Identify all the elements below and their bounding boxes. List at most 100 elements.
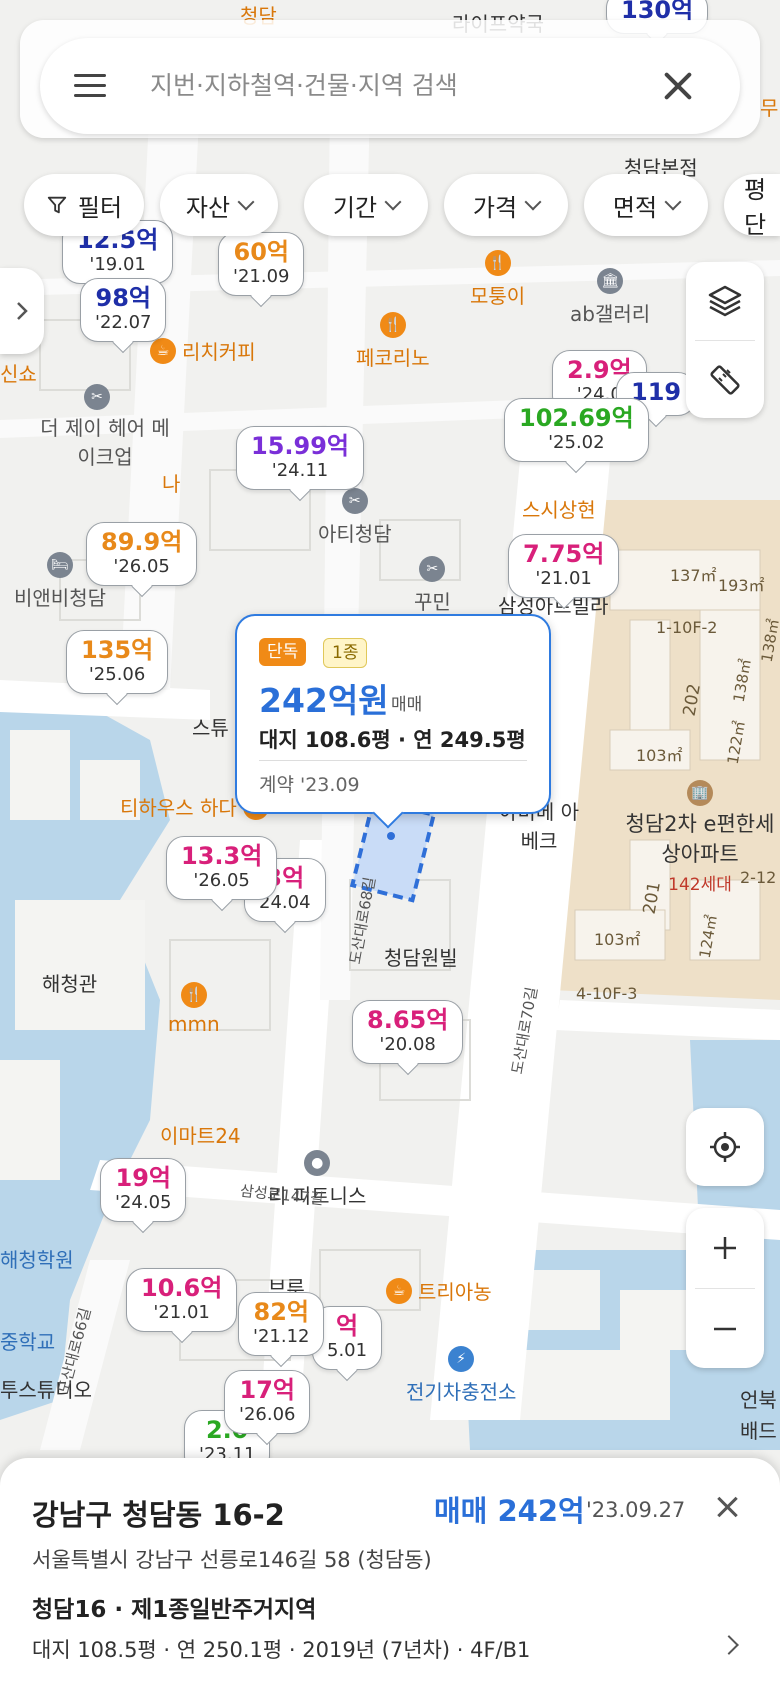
price-date: '21.12 xyxy=(253,1325,310,1347)
filter-chip-asset[interactable]: 자산 xyxy=(160,174,278,236)
ev-charger-icon: ⚡ xyxy=(448,1346,475,1372)
property-info-sheet[interactable]: 강남구 청담동 16-2 매매 242억 '23.09.27 서울특별시 강남구… xyxy=(0,1458,780,1688)
poi-label[interactable]: 스튜 xyxy=(192,712,229,741)
zoom-controls xyxy=(686,1208,764,1368)
parcel-label: 193㎡ xyxy=(718,576,765,595)
price-marker[interactable]: 7.75억 '21.01 xyxy=(508,534,620,599)
filter-icon xyxy=(47,196,67,214)
price-marker[interactable]: 98억 '22.07 xyxy=(80,278,167,343)
property-details: 대지 108.5평 · 연 250.1평 · 2019년 (7년차) · 4F/… xyxy=(32,1638,531,1662)
price-date: '21.01 xyxy=(153,1301,210,1323)
measure-button[interactable] xyxy=(686,341,764,418)
chevron-down-icon xyxy=(524,193,542,211)
price-value: 7.75억 xyxy=(523,540,605,568)
price-value: 82억 xyxy=(253,1298,309,1326)
poi-ev-charger[interactable]: ⚡ 전기차충전소 xyxy=(406,1346,516,1405)
price-marker[interactable]: 13.3억 '26.05 xyxy=(166,836,278,901)
price-date: '26.05 xyxy=(113,555,170,577)
expand-panel-button[interactable] xyxy=(0,268,44,354)
salon-icon: ✂ xyxy=(341,488,368,514)
bed-icon: 🛏 xyxy=(47,552,73,578)
poi-salon[interactable]: ✂ 더 제이 헤어 메이크업 xyxy=(40,384,170,470)
plus-icon xyxy=(714,1237,736,1259)
chip-label: 면적 xyxy=(612,193,658,222)
selected-property-popup[interactable]: 단독 1종 242억원 매매 대지 108.6평 · 연 249.5평 계약 '… xyxy=(235,614,551,814)
chevron-down-icon xyxy=(664,193,682,211)
salon-icon: ✂ xyxy=(84,384,110,410)
poi-restaurant[interactable]: 🍴 mmn xyxy=(168,982,220,1036)
price-value: 102.69억 xyxy=(519,404,634,432)
filter-chip-price[interactable]: 가격 xyxy=(444,174,568,236)
poi-label[interactable]: 무 xyxy=(760,92,778,121)
chevron-down-icon xyxy=(237,193,255,211)
poi-salon[interactable]: ✂ 꾸민 xyxy=(414,556,451,615)
price-marker[interactable]: 17억 '26.06 xyxy=(224,1370,311,1435)
close-sheet-icon[interactable] xyxy=(714,1494,740,1520)
parcel-label: 137㎡ xyxy=(670,566,717,585)
popup-price: 242억원 xyxy=(259,681,389,720)
layers-button[interactable] xyxy=(686,262,764,340)
poi-convenience[interactable]: 이마트24 xyxy=(160,1120,241,1149)
filter-chip-filter[interactable]: 필터 xyxy=(24,174,144,236)
poi-restaurant[interactable]: 🍴 페코리노 xyxy=(356,312,430,371)
price-marker[interactable]: 10.6억 '21.01 xyxy=(126,1268,238,1333)
zoom-out-button[interactable] xyxy=(686,1289,764,1368)
price-marker[interactable]: 89.9억 '26.05 xyxy=(86,522,198,587)
cafe-icon: ☕ xyxy=(150,337,176,364)
chevron-right-icon[interactable] xyxy=(719,1635,739,1655)
price-marker[interactable]: 135억 '25.06 xyxy=(66,630,169,695)
map-canvas[interactable]: 청담 라이프약국 ☕리치커피 ✂더 제이 헤어 메이크업 🍴페코리노 🍴모퉁이 … xyxy=(0,0,780,1688)
gym-icon: ● xyxy=(304,1150,331,1176)
hamburger-menu-icon[interactable] xyxy=(74,72,106,100)
poi-salon[interactable]: ✂ 아티청담 xyxy=(318,488,392,547)
poi-studio[interactable]: 투스튜디오 xyxy=(0,1374,92,1403)
layers-icon xyxy=(708,285,742,317)
poi-label[interactable]: 신쇼 xyxy=(0,358,37,387)
popup-trade-type: 매매 xyxy=(391,695,423,715)
price-marker[interactable]: 15.99억 '24.11 xyxy=(236,426,364,491)
poi-label[interactable]: 청담원빌 xyxy=(384,942,458,971)
poi-label[interactable]: 언북 배드 xyxy=(740,1384,777,1444)
map-tool-group xyxy=(686,262,764,418)
apartment-icon: 🏢 xyxy=(687,780,713,806)
restaurant-icon: 🍴 xyxy=(484,250,511,276)
price-marker[interactable]: 8.65억 '20.08 xyxy=(352,1000,464,1065)
zoom-in-button[interactable] xyxy=(686,1208,764,1288)
my-location-button[interactable] xyxy=(686,1108,764,1186)
poi-school[interactable]: 중학교 xyxy=(0,1326,55,1355)
chip-label: 평단 xyxy=(744,176,767,239)
salon-icon: ✂ xyxy=(419,556,446,582)
price-marker[interactable]: 19억 '24.05 xyxy=(100,1158,187,1223)
poi-gallery[interactable]: 🏛 ab갤러리 xyxy=(570,268,650,327)
search-input[interactable]: 지번·지하철역·건물·지역 검색 xyxy=(150,66,458,102)
poi-label[interactable]: 나 xyxy=(162,468,180,497)
road-address: 서울특별시 강남구 선릉로146길 58 (청담동) xyxy=(32,1548,432,1572)
price-marker[interactable]: 102.69억 '25.02 xyxy=(504,398,649,463)
popup-contract-date: 계약 '23.09 xyxy=(259,774,360,796)
price-date: '25.02 xyxy=(548,431,605,453)
price-marker[interactable]: 82억 '21.12 xyxy=(238,1292,325,1357)
chevron-down-icon xyxy=(384,193,402,211)
filter-chip-period[interactable]: 기간 xyxy=(304,174,428,236)
filter-chip-area[interactable]: 면적 xyxy=(584,174,708,236)
poi-building[interactable]: 해청관 xyxy=(42,968,97,997)
close-icon[interactable] xyxy=(660,68,696,104)
price-date: '25.06 xyxy=(88,663,146,685)
restaurant-icon: 🍴 xyxy=(180,982,207,1008)
poi-cafe[interactable]: ☕ 트리아농 xyxy=(386,1276,492,1305)
poi-restaurant[interactable]: 🍴 모퉁이 xyxy=(470,250,525,309)
price-date: '24.05 xyxy=(115,1191,172,1213)
price-value: 89.9억 xyxy=(101,528,183,556)
search-bar[interactable]: 지번·지하철역·건물·지역 검색 xyxy=(40,38,740,134)
price-value: 135억 xyxy=(81,636,154,664)
price-date: '20.08 xyxy=(379,1033,436,1055)
popup-size: 대지 108.6평 · 연 249.5평 xyxy=(259,728,526,752)
price-marker[interactable]: 60억 '21.09 xyxy=(218,232,305,297)
price-value: 10.6억 xyxy=(141,1274,223,1302)
price-value: 13.3억 xyxy=(181,842,263,870)
poi-academy[interactable]: 해청학원 xyxy=(0,1244,74,1273)
zoning-tag: 1종 xyxy=(323,638,368,668)
poi-restaurant[interactable]: 스시상현 xyxy=(522,494,596,523)
poi-cafe[interactable]: ☕ 리치커피 xyxy=(150,336,256,365)
filter-chip-price-per-pyeong[interactable]: 평단 xyxy=(724,174,780,239)
